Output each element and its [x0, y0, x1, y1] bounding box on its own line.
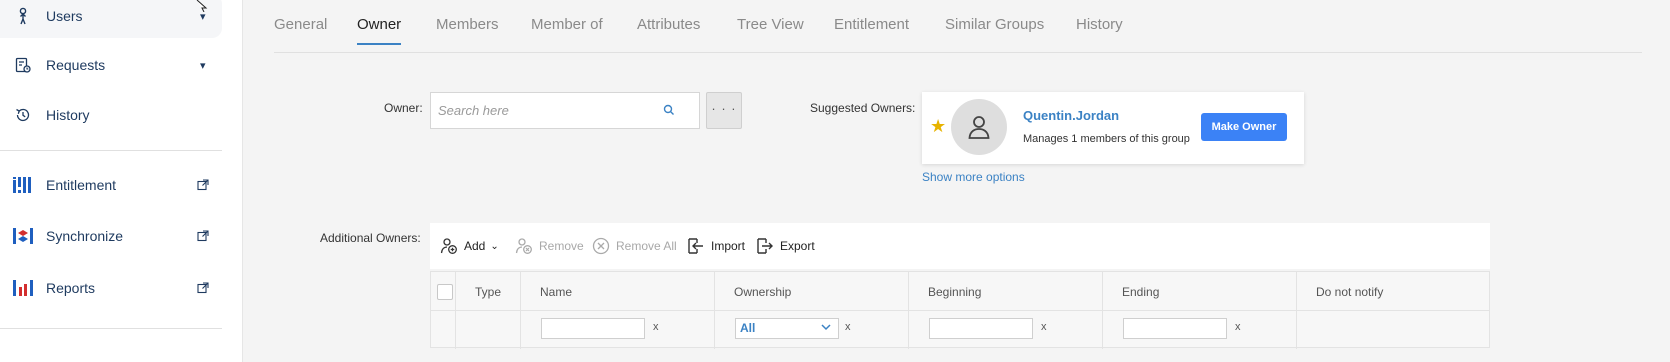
owner-search-input[interactable] [436, 102, 660, 119]
column-divider [520, 272, 521, 349]
tab-members[interactable]: Members [436, 16, 499, 33]
ownership-filter-select[interactable]: All [735, 318, 839, 339]
tab-tree-view[interactable]: Tree View [737, 16, 804, 33]
remove-all-icon [592, 237, 610, 255]
entitlement-icon [12, 174, 34, 196]
reports-icon [12, 277, 34, 299]
suggested-owner-card: ★ Quentin.Jordan Manages 1 members of th… [922, 92, 1304, 164]
add-button[interactable]: Add ⌄ [440, 237, 499, 255]
column-header-name[interactable]: Name [540, 285, 572, 299]
external-link-icon[interactable] [197, 178, 211, 192]
tab-history[interactable]: History [1076, 16, 1123, 33]
import-icon [688, 238, 703, 254]
star-icon: ★ [930, 116, 947, 136]
add-user-icon [440, 238, 457, 254]
tab-similar-groups[interactable]: Similar Groups [945, 16, 1044, 33]
add-label: Add [464, 239, 486, 253]
ownership-filter-value: All [740, 321, 756, 335]
sidebar-item-history[interactable]: History [0, 93, 222, 137]
column-header-beginning[interactable]: Beginning [928, 285, 981, 299]
column-header-ending[interactable]: Ending [1122, 285, 1159, 299]
tab-attributes[interactable]: Attributes [637, 16, 700, 33]
sidebar-item-label: History [46, 107, 90, 123]
suggested-owner-description: Manages 1 members of this group [1023, 133, 1190, 145]
sidebar-item-entitlement[interactable]: Entitlement [0, 163, 222, 207]
column-header-ownership[interactable]: Ownership [734, 285, 791, 299]
synchronize-icon [12, 225, 34, 247]
sidebar-item-label: Users [46, 8, 83, 24]
sidebar-item-users[interactable]: Users ▾ [0, 0, 222, 38]
clear-ownership-filter[interactable]: x [845, 321, 851, 333]
sidebar-item-requests[interactable]: Requests ▾ [0, 43, 222, 87]
mouse-cursor-icon [196, 0, 208, 12]
tab-entitlement[interactable]: Entitlement [834, 16, 909, 33]
chevron-down-icon [821, 324, 831, 331]
import-label: Import [711, 239, 746, 253]
suggested-owners-label: Suggested Owners: [810, 101, 916, 115]
owners-toolbar: Add ⌄ Remove Remove All Import Export [430, 223, 1490, 269]
remove-all-label: Remove All [616, 239, 677, 253]
tab-owner[interactable]: Owner [357, 16, 402, 45]
avatar [951, 99, 1007, 155]
sidebar-item-reports[interactable]: Reports [0, 266, 222, 310]
tab-bar: General Owner Members Member of Attribut… [274, 0, 1642, 53]
external-link-icon[interactable] [197, 229, 211, 243]
sidebar-divider [0, 328, 222, 329]
suggested-owner-name[interactable]: Quentin.Jordan [1023, 108, 1119, 123]
export-button[interactable]: Export [756, 237, 815, 255]
remove-label: Remove [539, 239, 584, 253]
sidebar-item-label: Synchronize [46, 228, 124, 244]
column-header-do-not-notify[interactable]: Do not notify [1316, 285, 1383, 299]
select-all-checkbox[interactable] [437, 284, 453, 300]
sidebar-divider [0, 150, 222, 151]
sidebar-item-label: Requests [46, 57, 106, 73]
column-divider [455, 272, 456, 349]
sidebar-item-synchronize[interactable]: Synchronize [0, 214, 222, 258]
remove-user-icon [515, 238, 532, 254]
external-link-icon[interactable] [197, 281, 211, 295]
tab-general[interactable]: General [274, 16, 327, 33]
sidebar-item-label: Reports [46, 280, 96, 296]
clear-beginning-filter[interactable]: x [1041, 321, 1047, 333]
owner-search-field[interactable] [430, 92, 700, 129]
clear-name-filter[interactable]: x [653, 321, 659, 333]
export-label: Export [780, 239, 815, 253]
browse-owner-button[interactable]: · · · [706, 92, 742, 129]
chevron-down-icon[interactable]: ▾ [200, 59, 206, 72]
import-button[interactable]: Import [687, 237, 745, 255]
history-icon [12, 104, 34, 126]
user-icon [12, 5, 34, 27]
owner-label: Owner: [384, 101, 423, 115]
show-more-options-link[interactable]: Show more options [922, 170, 1025, 184]
column-divider [714, 272, 715, 349]
beginning-filter-input[interactable] [929, 318, 1033, 339]
user-icon [968, 116, 990, 139]
make-owner-button[interactable]: Make Owner [1201, 113, 1287, 141]
column-divider [908, 272, 909, 349]
column-divider [1296, 272, 1297, 349]
export-icon [757, 238, 773, 254]
remove-button[interactable]: Remove [515, 237, 584, 255]
tab-member-of[interactable]: Member of [531, 16, 603, 33]
additional-owners-label: Additional Owners: [320, 231, 421, 245]
clear-ending-filter[interactable]: x [1235, 321, 1241, 333]
sidebar-item-label: Entitlement [46, 177, 117, 193]
requests-icon [12, 54, 34, 76]
chevron-down-icon: ⌄ [490, 240, 499, 252]
sidebar: Users ▾ Requests ▾ History Entitlement S… [0, 0, 243, 362]
column-divider [1102, 272, 1103, 349]
remove-all-button[interactable]: Remove All [592, 237, 677, 255]
owners-table: Type Name Ownership Beginning Ending Do … [430, 271, 1490, 349]
column-header-type[interactable]: Type [475, 285, 501, 299]
ending-filter-input[interactable] [1123, 318, 1227, 339]
search-icon[interactable] [663, 103, 677, 117]
main-content: General Owner Members Member of Attribut… [242, 0, 1670, 362]
name-filter-input[interactable] [541, 318, 645, 339]
